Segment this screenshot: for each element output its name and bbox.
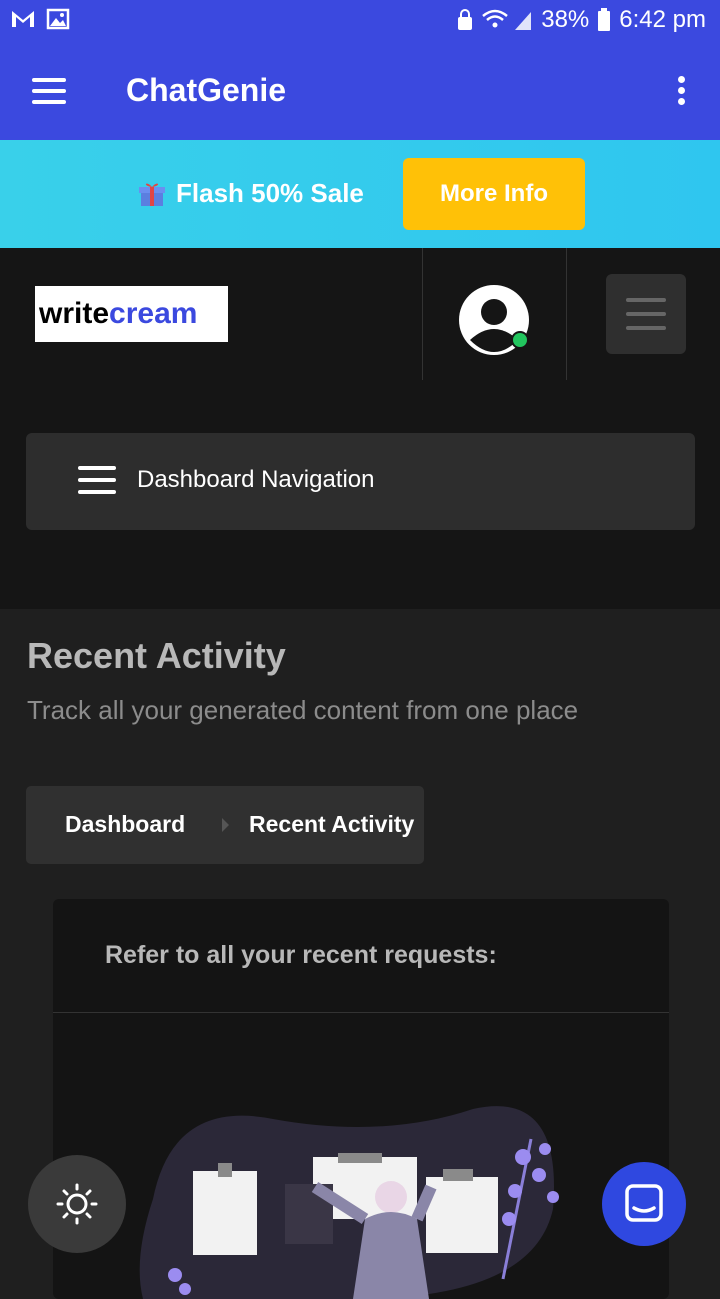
site-header: writecream Dashboard Navigation	[0, 248, 720, 609]
page-subtitle: Track all your generated content from on…	[27, 695, 579, 725]
app-title: ChatGenie	[126, 72, 287, 108]
dashboard-navigation-toggle[interactable]: Dashboard Navigation	[26, 433, 695, 530]
user-avatar-icon[interactable]	[458, 284, 530, 356]
recent-requests-card: Refer to all your recent requests:	[53, 899, 669, 1299]
menu-icon[interactable]	[32, 78, 66, 104]
notification-icons	[10, 8, 70, 30]
page-title: Recent Activity	[27, 635, 286, 676]
wifi-signal-icon	[482, 9, 532, 30]
lock-icon	[458, 9, 473, 30]
breadcrumb-current: Recent Activity	[249, 811, 415, 837]
gift-icon	[139, 183, 165, 206]
status-bar: 38% 6:42 pm	[0, 0, 720, 42]
hamburger-icon	[78, 466, 116, 496]
image-icon	[46, 8, 70, 30]
app-bar: ChatGenie	[0, 42, 720, 140]
battery-icon	[598, 8, 611, 31]
divider	[422, 248, 423, 380]
theme-toggle-button[interactable]	[28, 1155, 126, 1253]
sale-banner: Flash 50% Sale More Info	[0, 140, 720, 248]
card-header: Refer to all your recent requests:	[105, 941, 497, 969]
system-status: 38% 6:42 pm	[457, 6, 706, 34]
clock: 6:42 pm	[619, 6, 706, 33]
header-menu-button[interactable]	[606, 274, 686, 354]
battery-percent: 38%	[541, 6, 590, 33]
dashboard-navigation-label: Dashboard Navigation	[137, 466, 375, 493]
empty-state-illustration	[139, 1106, 559, 1299]
divider	[566, 248, 567, 380]
gmail-icon	[12, 11, 34, 27]
breadcrumb: Dashboard Recent Activity	[26, 786, 424, 864]
sale-text: Flash 50% Sale	[176, 178, 364, 208]
chat-support-button[interactable]	[602, 1162, 686, 1246]
writecream-logo[interactable]: writecream	[35, 286, 228, 342]
sun-icon	[56, 1183, 98, 1225]
more-info-button[interactable]: More Info	[403, 158, 585, 230]
divider	[53, 1012, 669, 1013]
sale-text-wrap: Flash 50% Sale	[138, 178, 364, 209]
breadcrumb-dashboard-link[interactable]: Dashboard	[65, 811, 185, 838]
more-options-icon[interactable]	[678, 76, 686, 106]
chevron-right-icon	[222, 818, 229, 832]
chat-icon	[625, 1184, 663, 1222]
